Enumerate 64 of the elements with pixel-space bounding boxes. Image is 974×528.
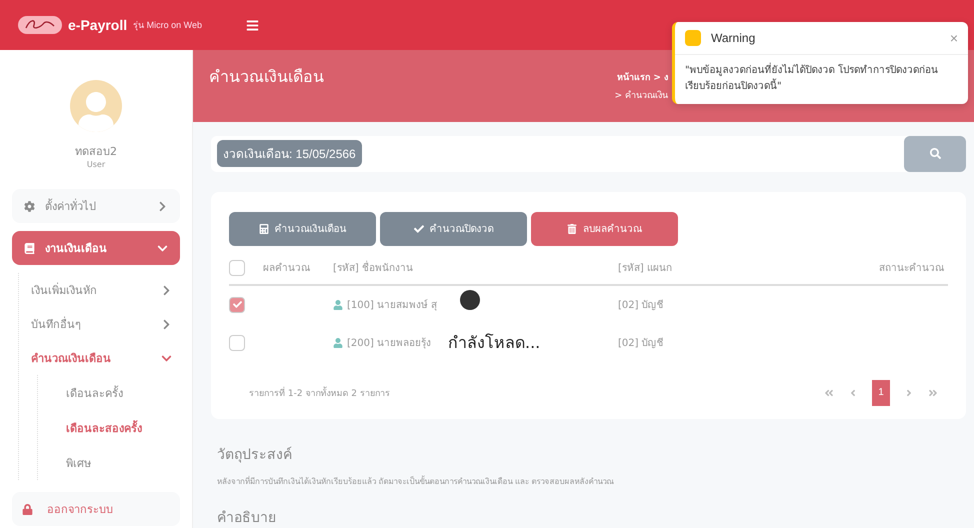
action-button[interactable]: คำนวณเงินเดือน <box>229 212 376 246</box>
table-cell-text: [02] บัญชี <box>618 336 664 350</box>
previous-page-icon[interactable] <box>848 388 858 398</box>
trash-icon <box>567 224 577 234</box>
column-header: สถานะคำนวณ <box>798 252 948 286</box>
avatar-icon <box>70 80 122 132</box>
user-name: ทดสอบ2 <box>74 144 118 160</box>
app-name: e-Payroll <box>68 17 128 33</box>
section-heading: วัตถุประสงค์ <box>217 446 293 465</box>
table-summary: รายการที่ 1-2 จากทั้งหมด 2 รายการ <box>249 386 390 400</box>
breadcrumb[interactable]: หน้าแรก > ง <box>617 70 668 84</box>
search-icon <box>930 148 940 160</box>
chevron-down-icon <box>157 242 168 254</box>
submenu-item[interactable]: เดือนละสองครั้ง <box>50 410 180 445</box>
checkbox[interactable] <box>229 260 245 276</box>
lock-icon <box>22 504 33 514</box>
next-page-icon[interactable] <box>904 388 914 398</box>
submenu-item[interactable]: คำนวณเงินเดือน <box>31 341 180 375</box>
search-button[interactable] <box>904 136 966 172</box>
checkbox[interactable] <box>229 296 245 313</box>
logo-icon <box>18 16 62 34</box>
section-text: หลังจากที่มีการบันทึกเงินได้เงินหักเรียบร้อยแล้ว ถัดมาจะเป็นขั้นตอนการคำนวณเงินเดือน และ ตรวจสอบผลหลังคำนวณ <box>217 475 615 488</box>
submenu-item[interactable]: บันทึกอื่นๆ <box>31 307 180 341</box>
page-title: คำนวณเงินเดือน <box>209 66 324 88</box>
checkbox[interactable] <box>229 334 245 351</box>
first-page-icon[interactable] <box>824 388 834 398</box>
column-header: [รหัส] ชื่อพนักงาน <box>333 252 618 286</box>
period-label: งวดเงินเดือน: 15/05/2566 <box>217 140 362 168</box>
logout-item[interactable]: ออกจากระบบ <box>12 492 180 526</box>
section-heading: คำอธิบาย <box>217 509 277 528</box>
last-page-icon[interactable] <box>928 388 938 398</box>
action-button[interactable]: คำนวณปิดงวด <box>380 212 527 246</box>
person-icon <box>333 338 343 348</box>
warning-icon <box>685 30 701 46</box>
chevron-right-icon <box>161 284 172 296</box>
check-icon <box>414 224 424 234</box>
chevron-down-icon <box>161 352 172 364</box>
book-icon <box>24 242 35 254</box>
loading-text: กำลังโหลด... <box>448 332 540 354</box>
toast-message: "พบข้อมูลงวดก่อนที่ยังไม่ได้ปิดงวด โปรดทำการปิดงวดก่อนเรียบร้อยก่อนปิดงวดนี้" <box>675 55 968 104</box>
gear-icon <box>24 200 35 212</box>
chevron-right-icon <box>161 318 172 330</box>
table-cell-text: [02] บัญชี <box>618 298 664 312</box>
menu-icon[interactable] <box>246 18 260 32</box>
edition-label: รุ่น Micro on Web <box>133 19 202 32</box>
submenu-item[interactable]: เงินเพิ่มเงินหัก <box>31 273 180 307</box>
check-icon <box>232 300 242 310</box>
page-button[interactable]: 1 <box>872 380 890 406</box>
menu-item[interactable]: ตั้งค่าทั่วไป <box>12 189 180 223</box>
table-cell-text: [100] นายสมพงษ์ สุ <box>347 298 438 312</box>
table-cell-text: [200] นายพลอยรุ้ง <box>347 336 432 350</box>
person-icon <box>333 300 343 310</box>
chevron-right-icon <box>157 200 168 212</box>
toast-title: Warning <box>711 31 756 45</box>
user-role: User <box>86 160 106 169</box>
action-button[interactable]: ลบผลคำนวณ <box>531 212 678 246</box>
close-button[interactable]: × <box>950 30 958 46</box>
submenu-item[interactable]: เดือนละครั้ง <box>50 375 180 410</box>
column-header: [รหัส] แผนก <box>618 252 798 286</box>
submenu-item[interactable]: พิเศษ <box>50 445 180 480</box>
menu-item[interactable]: งานเงินเดือน <box>12 231 180 265</box>
breadcrumb[interactable]: > คำนวณเงิน <box>614 88 668 102</box>
column-header: ผลคำนวณ <box>263 252 333 286</box>
calculator-icon <box>258 224 268 234</box>
